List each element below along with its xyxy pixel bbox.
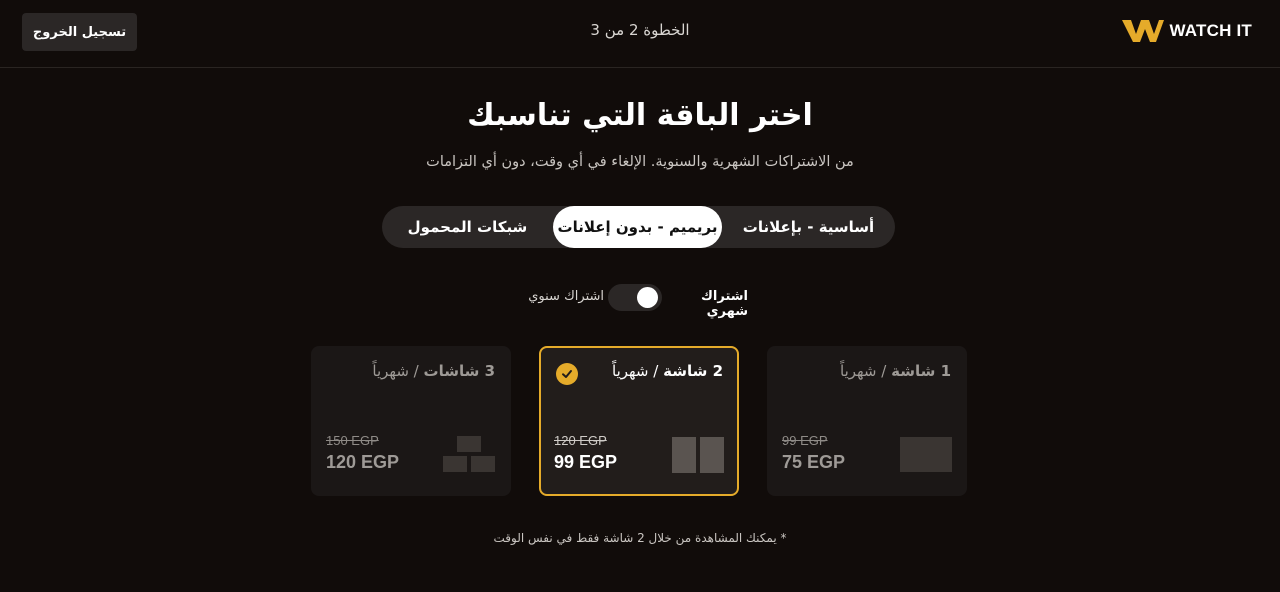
old-price: 120 EGP [554, 433, 607, 448]
plan-period: / شهرياً [372, 362, 419, 380]
plan-screens: 3 شاشات [423, 362, 496, 380]
plan-screens: 2 شاشة [663, 362, 723, 380]
plan-card-2-screens[interactable]: 2 شاشة / شهرياً 120 EGP 99 EGP [539, 346, 739, 496]
plan-title: 3 شاشات / شهرياً [372, 362, 495, 380]
concurrent-screens-note: * يمكنك المشاهدة من خلال 2 شاشة فقط في ن… [493, 531, 787, 545]
plan-period: / شهرياً [840, 362, 887, 380]
old-price: 99 EGP [782, 433, 828, 448]
annual-label[interactable]: اشتراك سنوي [520, 289, 604, 304]
page-title: اختر الباقة التي تناسبك [467, 98, 813, 133]
plan-card-1-screen[interactable]: 1 شاشة / شهرياً 99 EGP 75 EGP [767, 346, 967, 496]
tab-mobile-networks[interactable]: شبكات المحمول [382, 206, 553, 248]
billing-period-switch[interactable] [608, 284, 662, 311]
step-indicator: الخطوة 2 من 3 [590, 21, 690, 39]
tab-basic-with-ads[interactable]: أساسية - بإعلانات [722, 206, 895, 248]
current-price: 120 EGP [326, 452, 400, 472]
billing-toggle-row: اشتراك شهري اشتراك سنوي [0, 283, 1280, 319]
current-price: 75 EGP [782, 452, 846, 472]
tab-premium-no-ads[interactable]: بريميم - بدون إعلانات [553, 206, 722, 248]
plan-type-tabs: أساسية - بإعلانات بريميم - بدون إعلانات … [382, 206, 895, 248]
plan-screens: 1 شاشة [891, 362, 951, 380]
top-bar: WATCH IT الخطوة 2 من 3 تسجيل الخروج [0, 0, 1280, 68]
selected-check-icon [556, 363, 578, 385]
switch-knob [637, 287, 658, 308]
page-subtitle: من الاشتراكات الشهرية والسنوية. الإلغاء … [426, 154, 854, 170]
plan-title: 1 شاشة / شهرياً [840, 362, 951, 380]
plan-title: 2 شاشة / شهرياً [612, 362, 723, 380]
old-price: 150 EGP [326, 433, 379, 448]
logout-button[interactable]: تسجيل الخروج [22, 13, 137, 51]
current-price: 99 EGP [554, 452, 618, 472]
plan-card-3-screens[interactable]: 3 شاشات / شهرياً 150 EGP 120 EGP [311, 346, 511, 496]
plan-period: / شهرياً [612, 362, 659, 380]
monthly-label[interactable]: اشتراك شهري [664, 289, 748, 319]
